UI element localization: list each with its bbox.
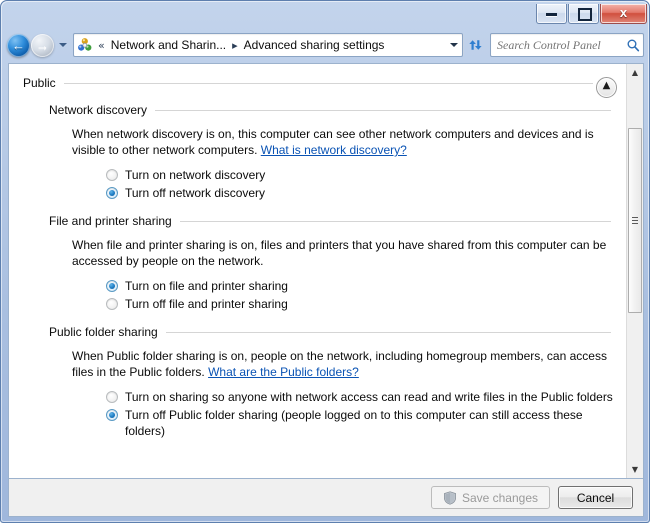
section-header-public-folder-sharing: Public folder sharing bbox=[49, 325, 627, 339]
help-link-what-is-network-discovery[interactable]: What is network discovery? bbox=[261, 143, 407, 157]
cancel-button[interactable]: Cancel bbox=[558, 486, 633, 509]
navigation-bar: ← → « Network and Sharin... ▸ Adva bbox=[1, 29, 650, 61]
scroll-down-button[interactable]: ▼ bbox=[627, 461, 643, 478]
content-pane: Public ▲ Network discovery When network … bbox=[8, 63, 644, 479]
section-description-network-discovery: When network discovery is on, this compu… bbox=[72, 126, 607, 158]
collapse-profile-button[interactable]: ▲ bbox=[596, 77, 617, 98]
radio-group-public-folder-sharing: Turn on sharing so anyone with network a… bbox=[106, 389, 627, 439]
scrollbar-grip-icon bbox=[632, 217, 638, 225]
maximize-icon bbox=[578, 8, 592, 21]
refresh-button[interactable] bbox=[463, 34, 486, 56]
radio-option-turn-off-network-discovery[interactable]: Turn off network discovery bbox=[106, 185, 627, 201]
section-title: Public folder sharing bbox=[49, 325, 166, 339]
section-header-rule bbox=[155, 110, 611, 111]
search-icon bbox=[623, 38, 643, 53]
help-link-what-are-the-public-folders[interactable]: What are the Public folders? bbox=[208, 365, 359, 379]
radio-label: Turn off Public folder sharing (people l… bbox=[125, 407, 620, 439]
radio-icon-selected[interactable] bbox=[106, 409, 118, 421]
radio-label: Turn off file and printer sharing bbox=[125, 296, 288, 312]
save-changes-label: Save changes bbox=[462, 491, 538, 505]
section-title: File and printer sharing bbox=[49, 214, 180, 228]
profile-header-rule bbox=[64, 83, 593, 84]
vertical-scrollbar[interactable]: ▲ ▼ bbox=[626, 64, 643, 478]
section-header-rule bbox=[180, 221, 611, 222]
section-header-file-and-printer-sharing: File and printer sharing bbox=[49, 214, 627, 228]
radio-icon-selected[interactable] bbox=[106, 187, 118, 199]
save-changes-button[interactable]: Save changes bbox=[431, 486, 550, 509]
back-arrow-icon: ← bbox=[7, 34, 30, 57]
close-icon: x bbox=[601, 5, 646, 21]
radio-group-file-and-printer-sharing: Turn on file and printer sharing Turn of… bbox=[106, 278, 627, 312]
section-header-rule bbox=[166, 332, 611, 333]
radio-label: Turn on sharing so anyone with network a… bbox=[125, 389, 613, 405]
recent-pages-button[interactable] bbox=[57, 34, 70, 56]
minimize-button[interactable] bbox=[536, 4, 567, 24]
forward-arrow-icon: → bbox=[31, 34, 54, 57]
radio-option-turn-on-public-folder-sharing[interactable]: Turn on sharing so anyone with network a… bbox=[106, 389, 627, 405]
minimize-icon bbox=[546, 13, 557, 16]
radio-group-network-discovery: Turn on network discovery Turn off netwo… bbox=[106, 167, 627, 201]
close-button[interactable]: x bbox=[600, 4, 647, 24]
radio-label: Turn on file and printer sharing bbox=[125, 278, 288, 294]
section-description-public-folder-sharing: When Public folder sharing is on, people… bbox=[72, 348, 617, 380]
chevron-down-icon[interactable] bbox=[446, 35, 462, 55]
scroll-up-icon: ▲ bbox=[627, 64, 643, 81]
chevron-up-icon: ▲ bbox=[597, 77, 616, 95]
radio-option-turn-off-public-folder-sharing[interactable]: Turn off Public folder sharing (people l… bbox=[106, 407, 627, 439]
radio-option-turn-off-file-and-printer-sharing[interactable]: Turn off file and printer sharing bbox=[106, 296, 627, 312]
radio-icon[interactable] bbox=[106, 169, 118, 181]
window-controls: x bbox=[535, 4, 647, 24]
description-text: When file and printer sharing is on, fil… bbox=[72, 238, 606, 268]
forward-button[interactable]: → bbox=[31, 34, 54, 57]
section-header-network-discovery: Network discovery bbox=[49, 103, 627, 117]
radio-icon-selected[interactable] bbox=[106, 280, 118, 292]
settings-scroll-area: Public ▲ Network discovery When network … bbox=[9, 64, 627, 478]
section-title: Network discovery bbox=[49, 103, 155, 117]
maximize-button[interactable] bbox=[568, 4, 599, 24]
back-button[interactable]: ← bbox=[7, 34, 30, 57]
cancel-label: Cancel bbox=[577, 491, 614, 505]
search-box[interactable] bbox=[490, 33, 644, 57]
address-bar[interactable]: « Network and Sharin... ▸ Advanced shari… bbox=[73, 33, 463, 57]
scrollbar-thumb[interactable] bbox=[628, 128, 642, 313]
scroll-down-icon: ▼ bbox=[627, 461, 643, 478]
profile-header-public[interactable]: Public bbox=[23, 76, 627, 90]
breadcrumb-item-network-and-sharing[interactable]: Network and Sharin... bbox=[109, 38, 228, 52]
network-sharing-center-icon bbox=[76, 36, 94, 54]
refresh-icon bbox=[464, 36, 486, 54]
dialog-button-bar: Save changes Cancel bbox=[8, 479, 644, 517]
radio-label: Turn on network discovery bbox=[125, 167, 265, 183]
scroll-up-button[interactable]: ▲ bbox=[627, 64, 643, 81]
breadcrumb-separator-2[interactable]: ▸ bbox=[228, 39, 242, 52]
section-description-file-and-printer-sharing: When file and printer sharing is on, fil… bbox=[72, 237, 617, 269]
uac-shield-icon bbox=[443, 491, 457, 505]
radio-option-turn-on-file-and-printer-sharing[interactable]: Turn on file and printer sharing bbox=[106, 278, 627, 294]
radio-option-turn-on-network-discovery[interactable]: Turn on network discovery bbox=[106, 167, 627, 183]
search-input[interactable] bbox=[491, 37, 623, 54]
breadcrumb-item-advanced-sharing-settings[interactable]: Advanced sharing settings bbox=[242, 38, 387, 52]
radio-label: Turn off network discovery bbox=[125, 185, 265, 201]
radio-icon[interactable] bbox=[106, 391, 118, 403]
profile-name: Public bbox=[23, 76, 64, 90]
radio-icon[interactable] bbox=[106, 298, 118, 310]
title-bar[interactable]: x bbox=[1, 1, 650, 29]
window-advanced-sharing-settings: x ← → « Netw bbox=[0, 0, 650, 523]
breadcrumb-separator-1: « bbox=[94, 39, 109, 52]
